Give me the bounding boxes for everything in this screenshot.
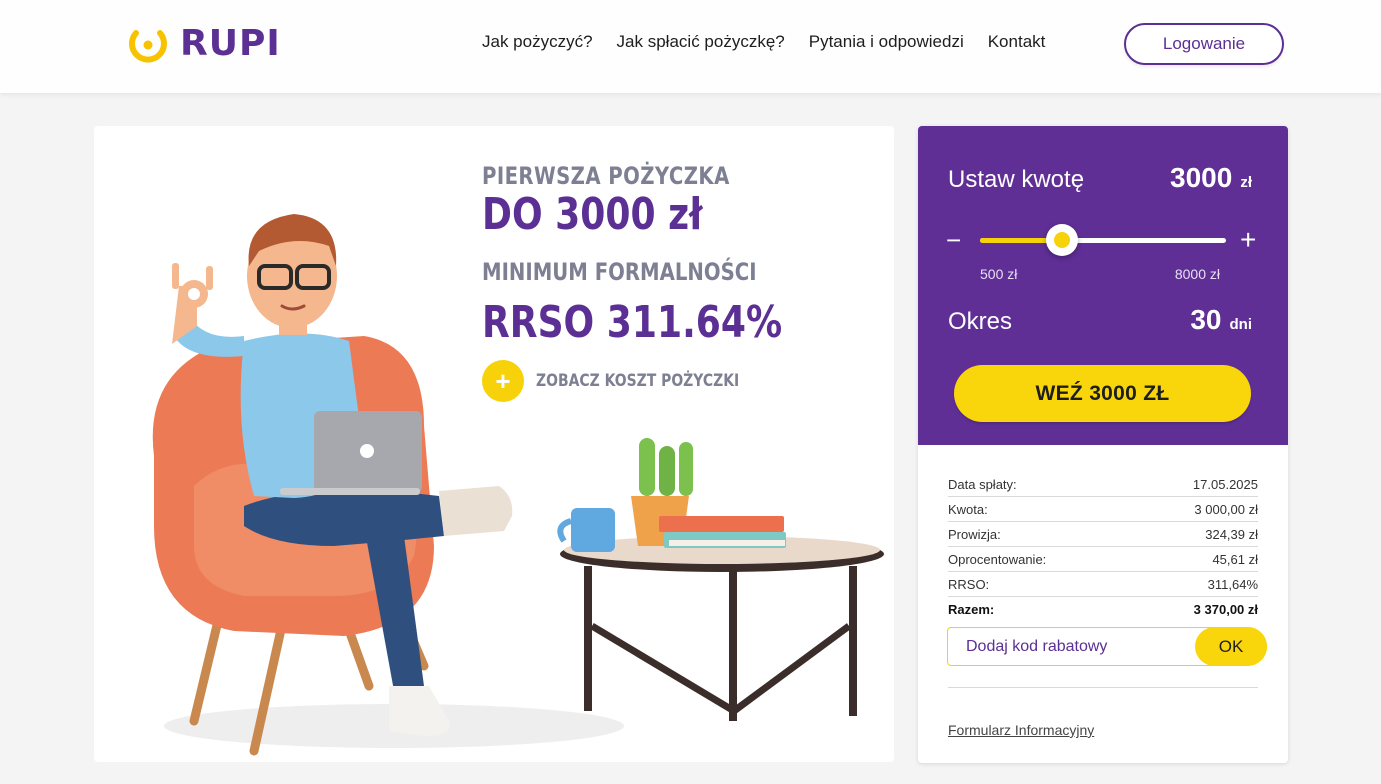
detail-value: 17.05.2025 — [1192, 476, 1258, 492]
period-display: 30 dni — [1190, 304, 1252, 336]
detail-label: Data spłaty: — [948, 476, 1017, 492]
plus-icon: + — [482, 360, 524, 402]
detail-label: Prowizja: — [948, 526, 1001, 542]
divider — [948, 687, 1258, 688]
amount-unit: zł — [1240, 174, 1252, 191]
amount-value: 3000 — [1170, 162, 1233, 193]
period-row: Okres 30 dni — [948, 304, 1252, 336]
hero-text: PIERWSZA POŻYCZKA DO 3000 zł MINIMUM FOR… — [482, 162, 848, 402]
see-loan-cost-link[interactable]: + ZOBACZ KOSZT POŻYCZKI — [482, 360, 848, 402]
detail-row: RRSO: 311,64% — [948, 572, 1258, 597]
take-loan-button[interactable]: WEŹ 3000 ZŁ — [954, 365, 1251, 422]
period-value: 30 — [1190, 304, 1222, 335]
detail-label: Oprocentowanie: — [948, 551, 1047, 567]
nav-how-to-repay[interactable]: Jak spłacić pożyczkę? — [617, 32, 785, 52]
total-value: 3 370,00 zł — [1193, 602, 1258, 617]
detail-row: Kwota: 3 000,00 zł — [948, 497, 1258, 522]
detail-value: 45,61 zł — [1212, 551, 1258, 567]
loan-details: Data spłaty: 17.05.2025 Kwota: 3 000,00 … — [948, 472, 1258, 622]
amount-label: Ustaw kwotę — [948, 166, 1085, 193]
amount-slider[interactable] — [980, 224, 1226, 256]
hero-card: PIERWSZA POŻYCZKA DO 3000 zł MINIMUM FOR… — [94, 126, 894, 762]
detail-value: 3 000,00 zł — [1194, 501, 1258, 517]
nav-contact[interactable]: Kontakt — [988, 32, 1046, 52]
detail-label: RRSO: — [948, 576, 990, 592]
detail-value: 311,64% — [1207, 576, 1258, 592]
detail-row: Oprocentowanie: 45,61 zł — [948, 547, 1258, 572]
detail-value: 324,39 zł — [1205, 526, 1258, 542]
period-unit: dni — [1229, 316, 1253, 333]
logo-text: RUPI — [180, 23, 281, 64]
login-button[interactable]: Logowanie — [1124, 23, 1284, 65]
hero-minimum-formalities: MINIMUM FORMALNOŚCI — [482, 258, 757, 286]
period-label: Okres — [948, 308, 1013, 335]
nav-how-to-borrow[interactable]: Jak pożyczyć? — [482, 32, 593, 52]
loan-calculator: Ustaw kwotę 3000 zł − + 500 zł 8000 zł Ok… — [918, 126, 1288, 763]
detail-label: Kwota: — [948, 501, 988, 517]
decrease-amount-button[interactable]: − — [946, 227, 961, 253]
hero-first-loan: PIERWSZA POŻYCZKA — [482, 162, 730, 190]
increase-amount-button[interactable]: + — [1240, 226, 1256, 254]
main-nav: Jak pożyczyć? Jak spłacić pożyczkę? Pyta… — [482, 32, 1045, 52]
logo[interactable]: RUPI — [128, 22, 281, 66]
logo-ring-icon — [129, 30, 167, 63]
see-loan-cost-label: ZOBACZ KOSZT POŻYCZKI — [536, 371, 740, 391]
calculator-controls: Ustaw kwotę 3000 zł − + 500 zł 8000 zł Ok… — [918, 126, 1288, 445]
detail-total-row: Razem: 3 370,00 zł — [948, 597, 1258, 622]
information-form-link[interactable]: Formularz Informacyjny — [948, 722, 1094, 738]
promo-code-placeholder[interactable]: Dodaj kod rabatowy — [966, 638, 1107, 656]
detail-row: Prowizja: 324,39 zł — [948, 522, 1258, 547]
detail-row: Data spłaty: 17.05.2025 — [948, 472, 1258, 497]
amount-display: 3000 zł — [1170, 162, 1252, 194]
amount-range-min: 500 zł — [980, 266, 1018, 282]
hero-amount: DO 3000 zł — [482, 189, 703, 240]
amount-row: Ustaw kwotę 3000 zł — [948, 162, 1252, 194]
amount-slider-handle[interactable] — [1045, 224, 1078, 256]
site-header: RUPI Jak pożyczyć? Jak spłacić pożyczkę?… — [0, 0, 1381, 93]
total-label: Razem: — [948, 602, 995, 617]
promo-ok-button[interactable]: OK — [1195, 627, 1267, 666]
hero-rrso: RRSO 311.64% — [482, 297, 783, 348]
amount-range-max: 8000 zł — [1174, 266, 1220, 282]
nav-faq[interactable]: Pytania i odpowiedzi — [809, 32, 964, 52]
promo-code-field[interactable]: Dodaj kod rabatowy OK — [947, 627, 1267, 666]
